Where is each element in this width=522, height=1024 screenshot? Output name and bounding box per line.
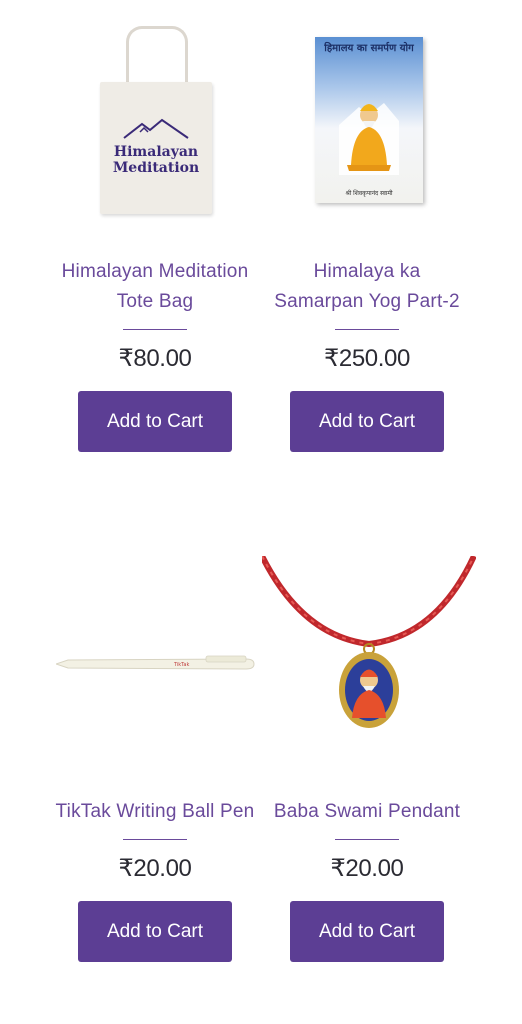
- tote-print-text: Himalayan Meditation: [112, 144, 200, 176]
- book-cover: हिमालय का समर्पण योग श्री शिवकृपानंद स्व…: [315, 37, 423, 203]
- pen-image: TikTak: [56, 655, 255, 670]
- tote-bag: Himalayan Meditation: [100, 82, 212, 214]
- product-price: ₹80.00: [118, 345, 192, 372]
- divider: [335, 839, 399, 840]
- book-title: हिमालय का समर्पण योग: [324, 43, 414, 54]
- product-image-pendant[interactable]: [252, 540, 482, 785]
- product-card: हिमालय का समर्पण योग श्री शिवकृपानंद स्व…: [252, 0, 482, 452]
- product-name[interactable]: Himalaya ka Samarpan Yog Part-2: [267, 257, 467, 317]
- product-image-tote-bag[interactable]: Himalayan Meditation: [40, 0, 270, 245]
- product-image-book[interactable]: हिमालय का समर्पण योग श्री शिवकृपानंद स्व…: [252, 0, 482, 245]
- product-card: Himalayan Meditation Himalayan Meditatio…: [40, 0, 270, 452]
- product-image-pen[interactable]: TikTak: [40, 540, 270, 785]
- product-price: ₹20.00: [118, 855, 192, 882]
- book-author: श्री शिवकृपानंद स्वामी: [345, 190, 393, 197]
- pendant-image: [262, 556, 476, 728]
- product-card: Baba Swami Pendant ₹20.00 Add to Cart: [252, 540, 482, 962]
- mountain-icon: [123, 118, 189, 139]
- add-to-cart-button[interactable]: Add to Cart: [78, 901, 232, 962]
- product-card: TikTak TikTak Writing Ball Pen ₹20.00 Ad…: [40, 540, 270, 962]
- divider: [123, 839, 187, 840]
- product-name[interactable]: Baba Swami Pendant: [267, 797, 467, 827]
- pen-brand-text: TikTak: [173, 662, 189, 668]
- product-price: ₹250.00: [324, 345, 410, 372]
- monk-figure: [339, 103, 399, 175]
- product-name[interactable]: Himalayan Meditation Tote Bag: [55, 257, 255, 317]
- divider: [123, 329, 187, 330]
- add-to-cart-button[interactable]: Add to Cart: [290, 901, 444, 962]
- add-to-cart-button[interactable]: Add to Cart: [290, 391, 444, 452]
- divider: [335, 329, 399, 330]
- add-to-cart-button[interactable]: Add to Cart: [78, 391, 232, 452]
- product-grid: Himalayan Meditation Himalayan Meditatio…: [0, 0, 522, 1024]
- product-name[interactable]: TikTak Writing Ball Pen: [55, 797, 255, 827]
- product-price: ₹20.00: [330, 855, 404, 882]
